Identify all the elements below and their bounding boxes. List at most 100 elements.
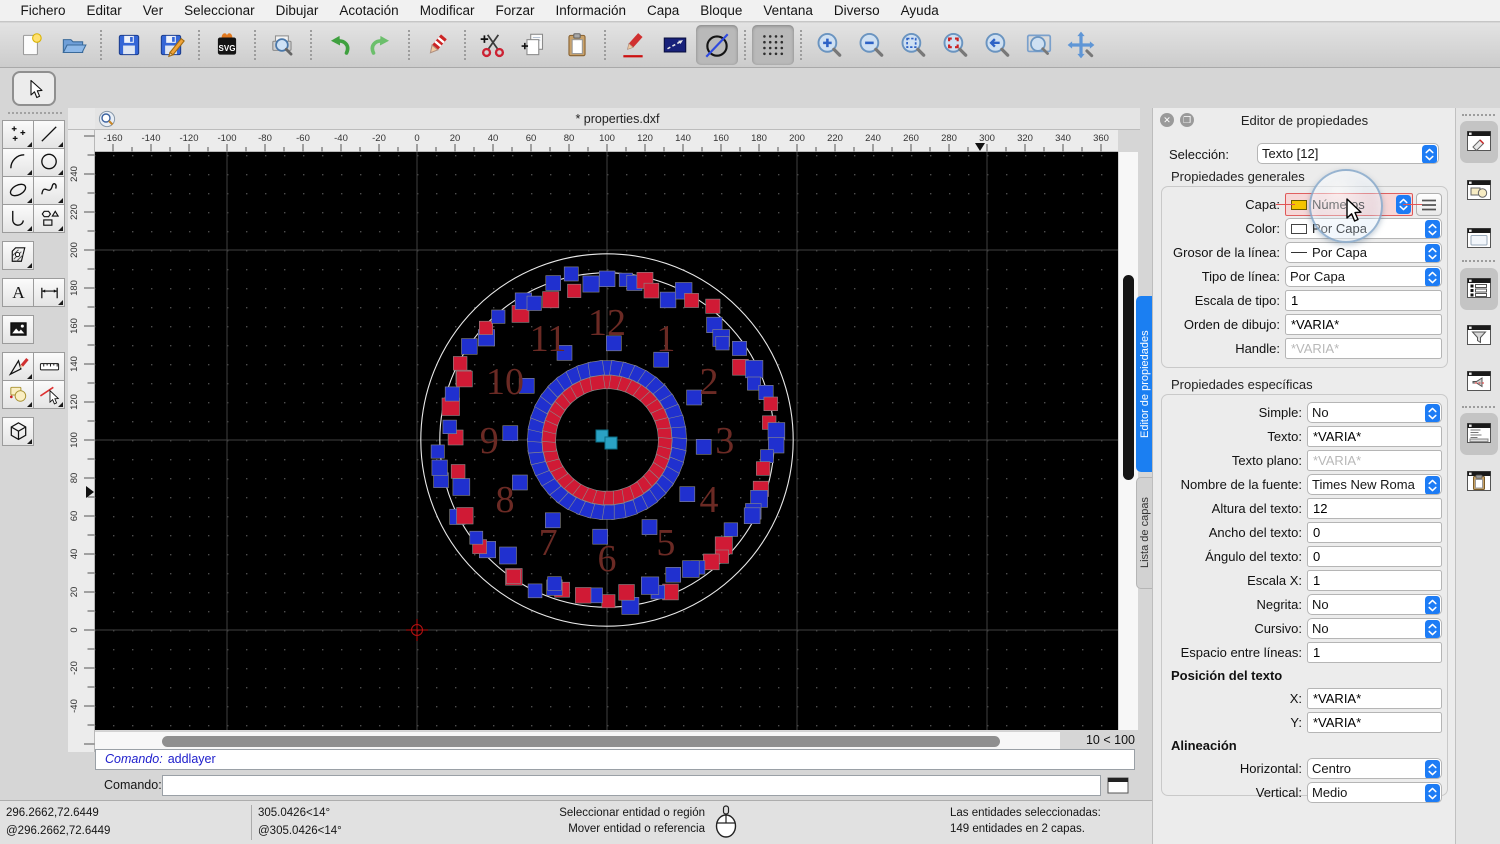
input-escala-de-tipo[interactable] (1290, 293, 1437, 308)
dropdown-grosor-de-la-linea[interactable]: Por Capa (1285, 242, 1442, 263)
shapes-tool-button[interactable] (33, 204, 65, 233)
stepper-icon[interactable] (1425, 244, 1440, 263)
zoom-previous-button[interactable] (976, 25, 1018, 65)
zoom-window-button[interactable] (1018, 25, 1060, 65)
menu-ver[interactable]: Ver (132, 0, 173, 22)
modify-tool-button[interactable] (2, 352, 34, 381)
menu-seleccionar[interactable]: Seleccionar (174, 0, 266, 22)
input-texto-plano[interactable] (1312, 453, 1437, 468)
stepper-icon[interactable] (1425, 620, 1440, 639)
dropdown-cursivo[interactable]: No (1307, 618, 1442, 639)
stepper-icon[interactable] (1425, 220, 1440, 239)
input-escala-x[interactable] (1312, 573, 1437, 588)
menu-editar[interactable]: Editar (76, 0, 132, 22)
stepper-icon[interactable] (1425, 404, 1440, 423)
open-file-button[interactable] (52, 25, 94, 65)
stepper-icon[interactable] (1422, 145, 1437, 164)
input-altura-del-texto[interactable] (1312, 501, 1437, 516)
line-tool-button[interactable] (33, 120, 65, 149)
draw-order-button[interactable] (654, 25, 696, 65)
input-y[interactable] (1312, 715, 1437, 730)
horizontal-scrollbar[interactable] (95, 731, 1060, 750)
dropdown-tipo-de-linea[interactable]: Por Capa (1285, 266, 1442, 287)
command-line-dock-button[interactable] (1460, 413, 1498, 455)
menu-acotacion[interactable]: Acotación (329, 0, 409, 22)
layer-menu-button[interactable] (1416, 193, 1442, 216)
image-tool-button[interactable] (2, 315, 34, 344)
horizontal-scroll-thumb[interactable] (162, 736, 1000, 747)
stepper-icon[interactable] (1425, 784, 1440, 803)
dropdown-vertical[interactable]: Medio (1307, 782, 1442, 803)
menu-bloque[interactable]: Bloque (690, 0, 753, 22)
menu-informacion[interactable]: Información (545, 0, 637, 22)
dropdown-horizontal[interactable]: Centro (1307, 758, 1442, 779)
measure-tool-button[interactable] (33, 352, 65, 381)
select-tool-button[interactable] (12, 71, 56, 106)
zoom-out-button[interactable] (850, 25, 892, 65)
property-editor-dock-button[interactable] (1460, 268, 1498, 310)
selection-filter-dock-button[interactable] (1460, 315, 1498, 357)
menu-ventana[interactable]: Ventana (753, 0, 824, 22)
stepper-icon[interactable] (1425, 596, 1440, 615)
menu-fichero[interactable]: Fichero (10, 0, 76, 22)
print-preview-button[interactable] (262, 25, 304, 65)
input-handle[interactable] (1290, 341, 1437, 356)
text-tool-button[interactable]: A (2, 278, 34, 307)
stepper-icon[interactable] (1425, 476, 1440, 495)
dropdown-simple[interactable]: No (1307, 402, 1442, 423)
command-echo-dock-button[interactable] (1460, 361, 1498, 403)
cube3d-tool-button[interactable] (2, 417, 34, 446)
trim-tool-button[interactable] (2, 380, 34, 409)
input-x[interactable] (1312, 691, 1437, 706)
input-ancho-del-texto[interactable] (1312, 525, 1437, 540)
points-tool-button[interactable] (2, 120, 34, 149)
copy-button[interactable] (514, 25, 556, 65)
zoom-in-button[interactable] (808, 25, 850, 65)
pen-settings-dock-button[interactable] (1460, 121, 1498, 163)
paste-button[interactable] (556, 25, 598, 65)
input-espacio-entre-lineas[interactable] (1312, 645, 1437, 660)
edit-attributes-button[interactable] (612, 25, 654, 65)
hatch-tool-button[interactable] (2, 241, 34, 270)
redo-button[interactable] (360, 25, 402, 65)
vertical-scroll-thumb[interactable] (1123, 275, 1134, 480)
delete-selected-button[interactable] (416, 25, 458, 65)
zoom-pan-button[interactable] (1060, 25, 1102, 65)
polyline-tool-button[interactable] (2, 204, 34, 233)
menu-capa[interactable]: Capa (637, 0, 690, 22)
vertical-scrollbar[interactable] (1118, 152, 1138, 730)
palette-handle[interactable] (8, 112, 62, 116)
stepper-icon[interactable] (1396, 195, 1411, 214)
menu-modificar[interactable]: Modificar (409, 0, 485, 22)
save-button[interactable] (108, 25, 150, 65)
zoom-selected-button[interactable] (934, 25, 976, 65)
circle-tool-button[interactable] (33, 148, 65, 177)
window-preview-dock-button[interactable] (1460, 218, 1498, 260)
dimension-tool-button[interactable] (33, 278, 65, 307)
menu-dibujar[interactable]: Dibujar (265, 0, 329, 22)
stepper-icon[interactable] (1425, 760, 1440, 779)
dropdown-negrita[interactable]: No (1307, 594, 1442, 615)
shape-settings-dock-button[interactable] (1460, 170, 1498, 212)
selection-dropdown[interactable]: Texto [12] (1257, 143, 1439, 164)
clipboard-dock-button[interactable] (1460, 461, 1498, 503)
draft-mode-button[interactable] (696, 25, 738, 65)
menu-ayuda[interactable]: Ayuda (890, 0, 949, 22)
grid-toggle-button[interactable] (752, 25, 794, 65)
zoom-auto-button[interactable] (892, 25, 934, 65)
undo-button[interactable] (318, 25, 360, 65)
menu-forzar[interactable]: Forzar (485, 0, 545, 22)
export-svg-button[interactable]: SVG (206, 25, 248, 65)
command-input[interactable] (162, 775, 1101, 796)
input-texto[interactable] (1312, 429, 1437, 444)
stepper-icon[interactable] (1425, 268, 1440, 287)
save-as-button[interactable] (150, 25, 192, 65)
input-orden-de-dibujo[interactable] (1290, 317, 1437, 332)
spline-tool-button[interactable] (33, 176, 65, 205)
command-keyboard-toggle-button[interactable] (1107, 777, 1129, 794)
arc-tool-button[interactable] (2, 148, 34, 177)
input-angulo-del-texto[interactable] (1312, 549, 1437, 564)
dropdown-nombre-de-la-fuente[interactable]: Times New Roma (1307, 474, 1442, 495)
drawing-canvas[interactable]: 121234567891011 (95, 152, 1118, 730)
ellipse-tool-button[interactable] (2, 176, 34, 205)
